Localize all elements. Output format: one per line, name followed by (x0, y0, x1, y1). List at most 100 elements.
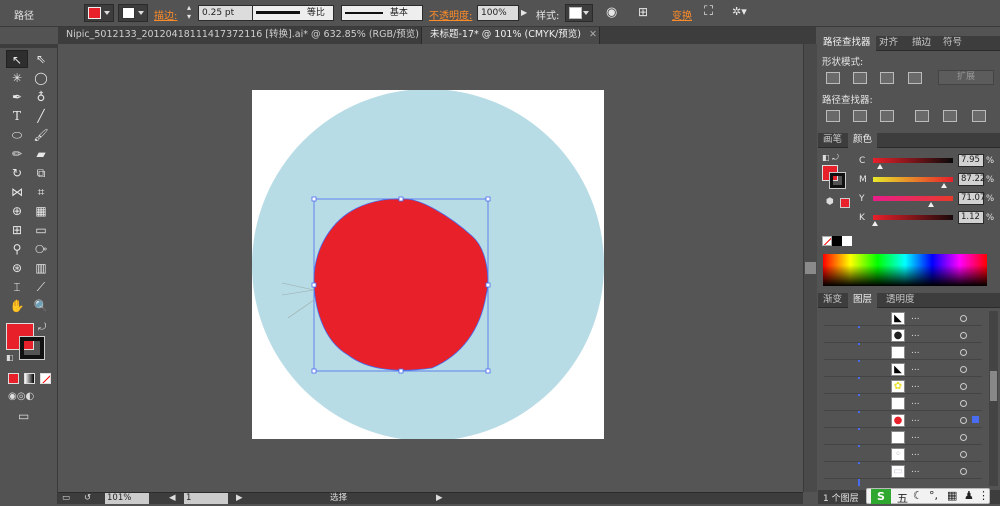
pen-tool-icon[interactable]: ✒ (6, 88, 28, 106)
slider-thumb[interactable] (877, 164, 884, 169)
sogou-logo-icon[interactable]: S (871, 489, 891, 504)
ime-keyboard-icon[interactable]: ▦ (947, 489, 957, 502)
artboard-tool-icon[interactable]: ⌶ (6, 278, 28, 296)
symbol-sprayer-tool-icon[interactable]: ⊛ (6, 259, 28, 277)
width-tool-icon[interactable]: ⋈ (6, 183, 28, 201)
expand-button[interactable]: 扩展 (938, 70, 994, 85)
artboard[interactable] (252, 90, 604, 439)
curvature-tool-icon[interactable]: ♁ (30, 88, 52, 106)
slice-tool-icon[interactable]: ⟋ (30, 278, 52, 296)
stroke-swatch-dropdown[interactable] (118, 4, 148, 22)
minus-back-icon[interactable] (972, 110, 986, 122)
pencil-tool-icon[interactable]: ✏ (6, 145, 28, 163)
free-transform-tool-icon[interactable]: ⌗ (30, 183, 52, 201)
ime-toolbar[interactable]: S 五 ☾ °, ▦ ♟ ⋮ (866, 488, 990, 505)
default-fill-stroke-icon[interactable]: ◧ ⤾ (822, 153, 839, 163)
lasso-tool-icon[interactable]: ◯ (30, 69, 52, 87)
target-icon[interactable] (960, 417, 967, 424)
mesh-tool-icon[interactable]: ⊞ (6, 221, 28, 239)
divide-icon[interactable] (826, 110, 840, 122)
channel-value-input[interactable]: 87.22 (958, 173, 985, 186)
tab-stroke[interactable]: 描边 (907, 36, 936, 51)
tab-document-2[interactable]: 未标题-17* @ 101% (CMYK/预览) ✕ (422, 27, 600, 44)
target-icon[interactable] (960, 383, 967, 390)
zoom-tool-icon[interactable]: 🔍 (30, 297, 52, 315)
layer-row[interactable]: ◣... (824, 311, 982, 326)
channel-slider[interactable] (873, 215, 953, 220)
exclude-icon[interactable] (908, 72, 922, 84)
intersect-icon[interactable] (880, 72, 894, 84)
gamut-swatch[interactable] (840, 198, 850, 208)
screen-mode-icon[interactable]: ▭ (18, 409, 29, 423)
stroke-width-input[interactable]: 0.25 pt (198, 5, 254, 21)
target-icon[interactable] (960, 468, 967, 475)
minus-front-icon[interactable] (853, 72, 867, 84)
zoom-input[interactable]: 101% (105, 493, 149, 504)
stroke-color-swatch[interactable] (19, 336, 45, 360)
stroke-stepper-icon[interactable]: ▴ ▾ (187, 3, 191, 21)
ime-punctuation-icon[interactable]: °, (929, 489, 938, 502)
layer-row[interactable]: ✿... (824, 379, 982, 394)
color-mode-icon[interactable] (8, 373, 19, 384)
transform-link[interactable]: 变换 (672, 7, 692, 22)
brush-definition-dropdown[interactable]: 基本 (341, 5, 423, 21)
unite-icon[interactable] (826, 72, 840, 84)
trim-icon[interactable] (853, 110, 867, 122)
channel-slider[interactable] (873, 158, 953, 163)
channel-slider[interactable] (873, 177, 953, 182)
target-icon[interactable] (960, 315, 967, 322)
align-options-icon[interactable]: ⊞ (638, 5, 648, 19)
channel-slider[interactable] (873, 196, 953, 201)
paintbrush-tool-icon[interactable]: 🖌 (30, 126, 52, 144)
tab-document-1[interactable]: Nipic_5012133_20120418111417372116 [转换].… (58, 27, 422, 44)
close-icon[interactable]: ✕ (589, 29, 597, 40)
out-of-gamut-icon[interactable]: ⬢ (826, 197, 834, 207)
layer-row[interactable]: ◦... (824, 447, 982, 462)
ime-moon-icon[interactable]: ☾ (913, 489, 923, 502)
gradient-tool-icon[interactable]: ▭ (30, 221, 52, 239)
layer-row[interactable]: ●... (824, 413, 982, 428)
target-icon[interactable] (960, 400, 967, 407)
column-graph-tool-icon[interactable]: ▥ (30, 259, 52, 277)
channel-value-input[interactable]: 1.12 (958, 211, 984, 224)
channel-value-input[interactable]: 71.07 (958, 192, 985, 205)
target-icon[interactable] (960, 332, 967, 339)
layer-row[interactable]: ... (824, 345, 982, 360)
direct-selection-tool-icon[interactable]: ⇖ (30, 50, 52, 68)
ime-menu-icon[interactable]: ⋮ (978, 489, 989, 502)
tab-pathfinder[interactable]: 路径查找器 (818, 36, 876, 51)
target-icon[interactable] (960, 434, 967, 441)
next-artboard-icon[interactable]: ▶ (236, 493, 243, 504)
color-spectrum-bar[interactable] (823, 254, 987, 286)
scrollbar-thumb[interactable] (805, 262, 816, 274)
color-panel-stroke-swatch[interactable] (829, 172, 846, 189)
tools-panel-grip[interactable] (0, 44, 58, 48)
layer-row[interactable]: ◣... (824, 362, 982, 377)
hand-tool-icon[interactable]: ✋ (6, 297, 28, 315)
swap-fill-stroke-icon[interactable]: ⤾ (38, 322, 46, 333)
panel-menu-icon[interactable]: ✲▾ (732, 5, 747, 18)
prev-artboard-icon[interactable]: ◀ (169, 493, 176, 504)
magic-wand-tool-icon[interactable]: ✳ (6, 69, 28, 87)
target-icon[interactable] (960, 451, 967, 458)
stroke-label[interactable]: 描边: (154, 7, 177, 22)
artboard-number-input[interactable]: 1 (184, 493, 228, 504)
eyedropper-tool-icon[interactable]: ⚲ (6, 240, 28, 258)
rotate-tool-icon[interactable]: ↻ (6, 164, 28, 182)
target-icon[interactable] (960, 366, 967, 373)
slider-thumb[interactable] (871, 221, 878, 226)
type-tool-icon[interactable]: T (6, 107, 28, 125)
outline-icon[interactable] (943, 110, 957, 122)
ellipse-tool-icon[interactable]: ⬭ (6, 126, 28, 144)
opacity-input[interactable]: 100% (477, 5, 519, 21)
tab-color[interactable]: 颜色 (848, 133, 878, 148)
layer-row[interactable]: ●... (824, 328, 982, 343)
crop-icon[interactable] (915, 110, 929, 122)
none-mode-icon[interactable] (40, 373, 51, 384)
opacity-chevron-icon[interactable]: ▶ (521, 8, 527, 17)
tab-align[interactable]: 对齐 (874, 36, 903, 51)
status-menu-icon[interactable]: ▶ (436, 493, 443, 504)
gradient-mode-icon[interactable] (24, 373, 35, 384)
drawing-mode-icon[interactable]: ◉◎◐ (8, 391, 34, 402)
isolate-icon[interactable]: ⛶ (704, 4, 713, 19)
